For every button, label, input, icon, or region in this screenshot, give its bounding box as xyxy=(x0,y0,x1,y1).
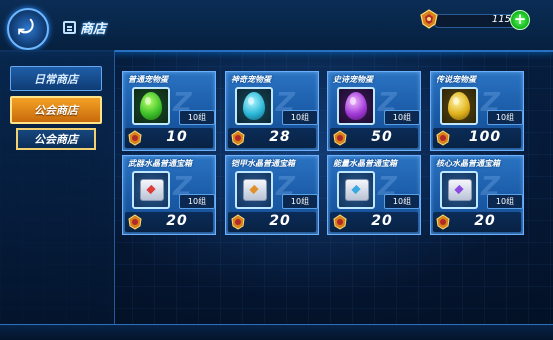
page-title-group: 商店 xyxy=(63,18,107,37)
tab-daily-shop[interactable]: 日常商店 xyxy=(10,66,102,91)
shop-item-card[interactable]: 武器水晶普通宝箱 Z 10组 20 xyxy=(122,155,216,235)
tab-label: 公会商店 xyxy=(34,104,78,117)
item-name: 神奇宠物蛋 xyxy=(231,75,271,84)
item-name: 普通宠物蛋 xyxy=(128,75,168,84)
gold-egg-icon xyxy=(448,92,470,120)
weapon-crystal-chest-icon xyxy=(140,179,164,201)
currency-display: 115 + xyxy=(419,9,530,31)
add-currency-button[interactable]: + xyxy=(510,10,530,30)
item-name: 能量水晶普通宝箱 xyxy=(333,159,397,168)
shop-item-card[interactable]: 能量水晶普通宝箱 Z 10组 20 xyxy=(327,155,421,235)
price-bar: 20 xyxy=(330,212,418,232)
item-quantity: 10组 xyxy=(487,194,523,209)
item-icon-frame xyxy=(440,87,478,125)
emblem-coin-icon xyxy=(128,214,142,230)
item-price: 28 xyxy=(269,129,291,145)
emblem-coin-icon xyxy=(333,214,347,230)
item-icon-frame xyxy=(337,87,375,125)
item-price: 20 xyxy=(474,213,496,229)
item-price: 10 xyxy=(166,129,188,145)
top-bar: ⤾ 商店 115 + xyxy=(0,0,553,52)
shop-item-card[interactable]: 史诗宠物蛋 Z 10组 50 xyxy=(327,71,421,151)
green-egg-icon xyxy=(140,92,162,120)
emblem-coin-icon xyxy=(231,130,245,146)
shop-item-card[interactable]: 普通宠物蛋 Z 10组 10 xyxy=(122,71,216,151)
item-name: 铠甲水晶普通宝箱 xyxy=(231,159,295,168)
energy-crystal-chest-icon xyxy=(345,179,369,201)
emblem-coin-icon xyxy=(436,214,450,230)
price-bar: 20 xyxy=(125,212,213,232)
price-bar: 20 xyxy=(228,212,316,232)
item-icon-frame xyxy=(132,87,170,125)
item-name: 史诗宠物蛋 xyxy=(333,75,373,84)
plus-icon: + xyxy=(513,10,527,28)
item-quantity: 10组 xyxy=(487,110,523,125)
item-quantity: 10组 xyxy=(179,110,215,125)
currency-amount: 115 xyxy=(491,14,511,25)
item-icon-frame xyxy=(235,171,273,209)
item-quantity: 10组 xyxy=(384,194,420,209)
tab-guild-shop-sub[interactable]: 公会商店 xyxy=(16,128,96,150)
back-button[interactable]: ⤾ xyxy=(7,8,49,50)
item-icon-frame xyxy=(440,171,478,209)
cyan-egg-icon xyxy=(243,92,265,120)
item-name: 传说宠物蛋 xyxy=(436,75,476,84)
price-bar: 28 xyxy=(228,128,316,148)
item-quantity: 10组 xyxy=(384,110,420,125)
price-bar: 100 xyxy=(433,128,521,148)
emblem-currency-icon xyxy=(420,9,438,29)
purple-egg-icon xyxy=(345,92,367,120)
shop-grid: 普通宠物蛋 Z 10组 10 神奇宠物蛋 Z 10组 28 史诗宠物蛋 Z 10… xyxy=(114,50,553,339)
emblem-coin-icon xyxy=(231,214,245,230)
price-bar: 20 xyxy=(433,212,521,232)
tab-label: 公会商店 xyxy=(34,133,78,146)
shop-item-card[interactable]: 神奇宠物蛋 Z 10组 28 xyxy=(225,71,319,151)
tab-label: 日常商店 xyxy=(34,72,78,86)
price-bar: 50 xyxy=(330,128,418,148)
bottom-frame xyxy=(0,324,553,340)
emblem-coin-icon xyxy=(436,130,450,146)
price-bar: 10 xyxy=(125,128,213,148)
back-arrow-icon: ⤾ xyxy=(18,17,34,39)
emblem-coin-icon xyxy=(128,130,142,146)
item-icon-frame xyxy=(235,87,273,125)
item-price: 50 xyxy=(371,129,393,145)
item-price: 20 xyxy=(371,213,393,229)
core-crystal-chest-icon xyxy=(448,179,472,201)
item-icon-frame xyxy=(337,171,375,209)
tab-guild-shop[interactable]: 公会商店 xyxy=(10,96,102,124)
shop-item-card[interactable]: 核心水晶普通宝箱 Z 10组 20 xyxy=(430,155,524,235)
armor-crystal-chest-icon xyxy=(243,179,267,201)
item-price: 20 xyxy=(269,213,291,229)
shop-item-card[interactable]: 铠甲水晶普通宝箱 Z 10组 20 xyxy=(225,155,319,235)
item-price: 100 xyxy=(468,129,502,145)
shop-item-card[interactable]: 传说宠物蛋 Z 10组 100 xyxy=(430,71,524,151)
item-quantity: 10组 xyxy=(282,110,318,125)
item-quantity: 10组 xyxy=(282,194,318,209)
shop-icon xyxy=(63,20,76,34)
item-name: 武器水晶普通宝箱 xyxy=(128,159,192,168)
page-title: 商店 xyxy=(80,21,107,37)
item-icon-frame xyxy=(132,171,170,209)
sidebar: 日常商店 公会商店 公会商店 xyxy=(0,50,115,339)
item-quantity: 10组 xyxy=(179,194,215,209)
emblem-coin-icon xyxy=(333,130,347,146)
item-name: 核心水晶普通宝箱 xyxy=(436,159,500,168)
item-price: 20 xyxy=(166,213,188,229)
